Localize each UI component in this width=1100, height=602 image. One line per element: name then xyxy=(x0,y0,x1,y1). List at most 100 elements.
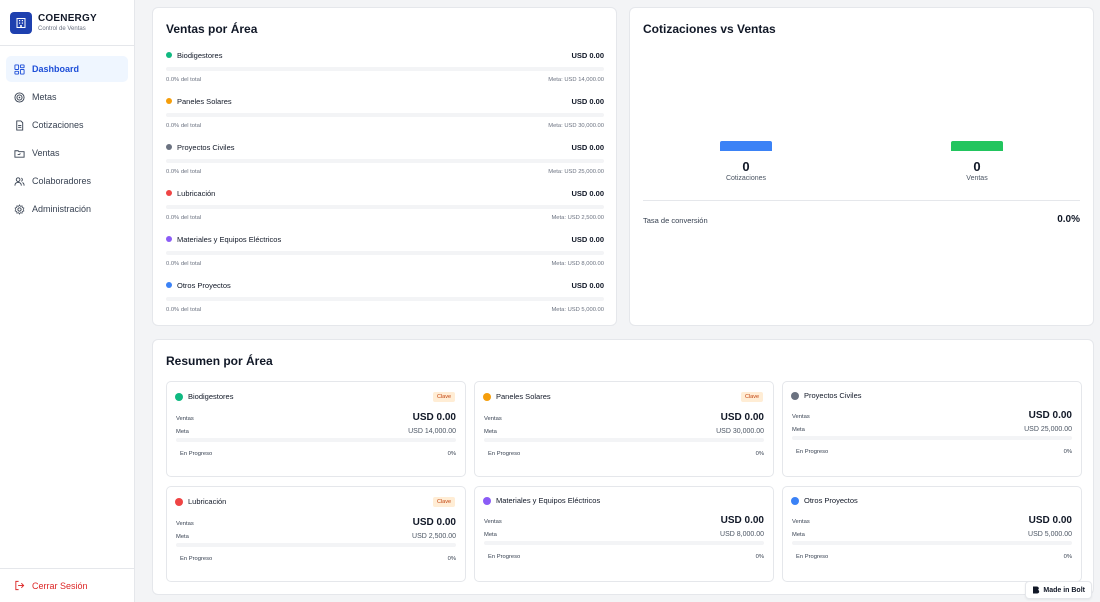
logout-label: Cerrar Sesión xyxy=(32,580,88,591)
divider xyxy=(643,200,1080,201)
area-name: Biodigestores xyxy=(177,50,223,60)
area-meta: Meta: USD 25,000.00 xyxy=(548,169,604,175)
made-in-bolt-badge[interactable]: Made in Bolt xyxy=(1025,581,1092,599)
nav-item-dashboard[interactable]: Dashboard xyxy=(6,56,128,82)
area-card-materiales-electricos[interactable]: Materiales y Equipos Eléctricos Ventas US… xyxy=(474,486,774,582)
card-name: Materiales y Equipos Eléctricos xyxy=(496,496,601,505)
panel-title: Resumen por Área xyxy=(166,354,273,368)
card-progress-bar xyxy=(792,436,1072,440)
status-label: En Progreso xyxy=(180,556,213,562)
area-color-dot xyxy=(791,496,799,505)
area-progress-bar xyxy=(166,251,604,255)
area-amount: USD 0.00 xyxy=(571,96,604,106)
area-name: Paneles Solares xyxy=(177,96,232,106)
progress-percent: 0% xyxy=(447,451,456,457)
ventas-value: USD 0.00 xyxy=(1028,410,1072,421)
conversion-label: Tasa de conversión xyxy=(643,216,708,225)
nav-item-administracion[interactable]: Administración xyxy=(6,196,128,222)
area-color-dot xyxy=(166,236,172,242)
card-progress-bar xyxy=(792,541,1072,545)
ventas-value: USD 0.00 xyxy=(720,515,764,526)
area-card-lubricacion[interactable]: Lubricación Clave Ventas USD 0.00 Meta USD… xyxy=(166,486,466,582)
nav-label: Colaboradores xyxy=(32,176,92,186)
meta-label: Meta xyxy=(792,532,805,538)
panel-title: Cotizaciones vs Ventas xyxy=(643,22,776,36)
ventas-label: Ventas xyxy=(792,519,810,525)
ventas-value: USD 0.00 xyxy=(720,412,764,423)
clave-badge: Clave xyxy=(432,497,455,507)
card-progress-bar xyxy=(484,438,764,442)
brand: COENERGY Control de Ventas xyxy=(0,0,134,46)
building-icon xyxy=(10,11,32,34)
logout-button[interactable]: Cerrar Sesión xyxy=(0,568,134,602)
area-card-paneles-solares[interactable]: Paneles Solares Clave Ventas USD 0.00 Met… xyxy=(474,381,774,477)
area-name: Proyectos Civiles xyxy=(177,142,235,152)
ventas-bar xyxy=(951,141,1003,151)
nav-item-ventas[interactable]: Ventas xyxy=(6,140,128,166)
ventas-label: Ventas xyxy=(792,414,810,420)
status-label: En Progreso xyxy=(488,554,521,560)
card-progress-bar xyxy=(176,543,456,547)
progress-percent: 0% xyxy=(755,554,764,560)
nav-item-colaboradores[interactable]: Colaboradores xyxy=(6,168,128,194)
area-card-otros-proyectos[interactable]: Otros Proyectos Ventas USD 0.00 Meta USD 5… xyxy=(782,486,1082,582)
area-progress-bar xyxy=(166,205,604,209)
meta-value: USD 14,000.00 xyxy=(408,428,456,435)
area-share: 0.0% del total xyxy=(166,215,202,221)
meta-value: USD 8,000.00 xyxy=(720,531,764,538)
conversion-value: 0.0% xyxy=(1057,214,1080,225)
meta-value: USD 5,000.00 xyxy=(1028,531,1072,538)
card-name: Paneles Solares xyxy=(496,392,551,401)
status-label: En Progreso xyxy=(796,449,829,455)
panel-title: Ventas por Área xyxy=(166,22,258,36)
ventas-label: Ventas xyxy=(176,416,194,422)
area-row: Materiales y Equipos Eléctricos USD 0.00 … xyxy=(166,233,604,267)
meta-label: Meta xyxy=(792,427,805,433)
users-icon xyxy=(14,176,25,187)
area-color-dot xyxy=(166,190,172,196)
sidebar: COENERGY Control de Ventas Dashboard Met… xyxy=(0,0,135,602)
area-color-dot xyxy=(166,52,172,58)
brand-name: COENERGY xyxy=(38,13,97,24)
area-name: Otros Proyectos xyxy=(177,280,231,290)
meta-label: Meta xyxy=(484,429,497,435)
meta-label: Meta xyxy=(176,429,189,435)
status-label: En Progreso xyxy=(180,451,213,457)
area-card-biodigestores[interactable]: Biodigestores Clave Ventas USD 0.00 Meta U… xyxy=(166,381,466,477)
document-icon xyxy=(14,119,25,131)
area-color-dot xyxy=(483,496,491,505)
area-color-dot xyxy=(791,391,799,400)
area-progress-bar xyxy=(166,67,604,71)
meta-label: Meta xyxy=(484,532,497,538)
area-share: 0.0% del total xyxy=(166,169,202,175)
ventas-label: Ventas xyxy=(484,519,502,525)
ventas-label: Ventas xyxy=(484,416,502,422)
ventas-value: USD 0.00 xyxy=(1028,515,1072,526)
bolt-logo-icon xyxy=(1032,586,1040,594)
area-row: Biodigestores USD 0.00 0.0% del total Meta… xyxy=(166,49,604,83)
ventas-label: Ventas xyxy=(966,175,988,182)
nav-item-cotizaciones[interactable]: Cotizaciones xyxy=(6,112,128,138)
area-card-proyectos-civiles[interactable]: Proyectos Civiles Ventas USD 0.00 Meta USD… xyxy=(782,381,1082,477)
clave-badge: Clave xyxy=(740,392,763,402)
main-nav: Dashboard Metas Cotizaciones Ventas Cola… xyxy=(0,46,134,222)
cotizaciones-bar xyxy=(720,141,772,151)
ventas-column: 0 Ventas xyxy=(917,141,1037,182)
area-amount: USD 0.00 xyxy=(571,50,604,60)
card-progress-bar xyxy=(484,541,764,545)
area-row: Otros Proyectos USD 0.00 0.0% del total Me… xyxy=(166,279,604,313)
area-color-dot xyxy=(175,497,183,506)
cotizaciones-column: 0 Cotizaciones xyxy=(686,141,806,182)
nav-item-metas[interactable]: Metas xyxy=(6,84,128,110)
area-color-dot xyxy=(166,144,172,150)
nav-label: Administración xyxy=(32,204,92,214)
ventas-value: USD 0.00 xyxy=(412,412,456,423)
area-amount: USD 0.00 xyxy=(571,142,604,152)
made-in-bolt-label: Made in Bolt xyxy=(1043,586,1085,594)
ventas-label: Ventas xyxy=(176,521,194,527)
area-row: Paneles Solares USD 0.00 0.0% del total Me… xyxy=(166,95,604,129)
gear-icon xyxy=(14,203,25,215)
ventas-value: USD 0.00 xyxy=(412,517,456,528)
meta-value: USD 30,000.00 xyxy=(716,428,764,435)
brand-subtitle: Control de Ventas xyxy=(38,26,86,32)
